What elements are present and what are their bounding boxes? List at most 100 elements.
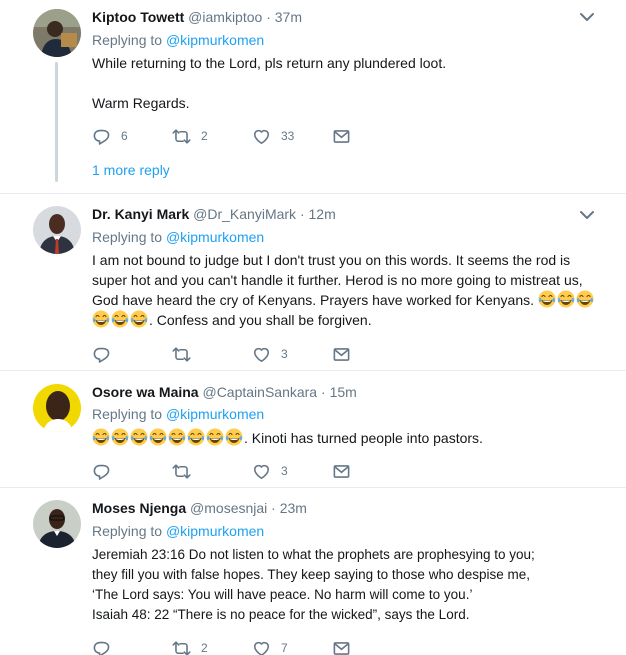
like-button[interactable]: 3 — [252, 344, 288, 364]
retweet-icon — [172, 345, 191, 364]
tweet-text-line: . Confess and you shall be forgiven. — [92, 310, 592, 330]
replying-to-link[interactable]: @kipmurkomen — [166, 32, 264, 48]
replying-to: Replying to @kipmurkomen — [92, 406, 264, 422]
tweet-text: . Kinoti has turned people into pastors. — [92, 428, 592, 448]
like-count: 33 — [281, 129, 295, 143]
user-handle[interactable]: @Dr_KanyiMark — [193, 206, 296, 222]
retweet-icon — [172, 462, 191, 481]
reply-button[interactable]: 6 — [92, 126, 128, 146]
retweet-count: 2 — [201, 641, 208, 655]
retweet-button[interactable]: 2 — [172, 126, 208, 146]
retweet-count: 2 — [201, 129, 208, 143]
tweet-actions: 6 2 33 — [92, 126, 392, 146]
user-handle[interactable]: @mosesnjai — [190, 500, 267, 516]
tweet-text-segment: . Confess and you shall be forgiven. — [149, 312, 372, 328]
joy-emoji-icon — [130, 428, 148, 446]
replying-to-label: Replying to — [92, 32, 163, 48]
display-name[interactable]: Kiptoo Towett — [92, 9, 184, 25]
like-count: 3 — [281, 347, 288, 361]
tweet-text: I am not bound to judge but I don't trus… — [92, 250, 592, 330]
reply-icon — [92, 127, 111, 146]
tweet-text-line: ‘The Lord says: You will have peace. No … — [92, 587, 473, 602]
direct-message-button[interactable] — [332, 344, 351, 364]
tweet-moses-njenga[interactable]: Moses Njenga @mosesnjai · 23m Replying t… — [0, 488, 626, 655]
chevron-down-icon[interactable] — [580, 210, 594, 220]
avatar[interactable] — [33, 500, 81, 548]
replying-to-label: Replying to — [92, 229, 163, 245]
reply-button[interactable] — [92, 638, 121, 655]
envelope-icon — [332, 345, 351, 364]
replying-to-link[interactable]: @kipmurkomen — [166, 406, 264, 422]
reply-button[interactable] — [92, 344, 121, 364]
timestamp[interactable]: 37m — [275, 9, 302, 25]
direct-message-button[interactable] — [332, 461, 351, 481]
replying-to: Replying to @kipmurkomen — [92, 523, 264, 539]
avatar[interactable] — [33, 206, 81, 254]
separator-dot: · — [321, 384, 326, 400]
joy-emoji-icon — [557, 290, 575, 308]
joy-emoji-icon — [111, 428, 129, 446]
replying-to-link[interactable]: @kipmurkomen — [166, 523, 264, 539]
joy-emoji-icon — [130, 310, 148, 328]
like-button[interactable]: 33 — [252, 126, 294, 146]
tweet-text-line: . Kinoti has turned people into pastors. — [92, 428, 592, 448]
tweet-osore-wa-maina[interactable]: Osore wa Maina @CaptainSankara · 15m Rep… — [0, 371, 626, 488]
user-handle[interactable]: @CaptainSankara — [202, 384, 317, 400]
direct-message-button[interactable] — [332, 126, 351, 146]
envelope-icon — [332, 127, 351, 146]
tweet-text-line: God have heard the cry of Kenyans. Praye… — [92, 290, 592, 310]
replying-to: Replying to @kipmurkomen — [92, 229, 264, 245]
display-name[interactable]: Moses Njenga — [92, 500, 186, 516]
tweet-actions: 3 — [92, 461, 392, 481]
direct-message-button[interactable] — [332, 638, 351, 655]
tweet-text-line: Isaiah 48: 22 “There is no peace for the… — [92, 607, 470, 622]
more-replies-link[interactable]: 1 more reply — [92, 162, 170, 178]
user-handle[interactable]: @iamkiptoo — [188, 9, 262, 25]
tweet-dr-kanyi-mark[interactable]: Dr. Kanyi Mark @Dr_KanyiMark · 12m Reply… — [0, 194, 626, 371]
joy-emoji-icon — [111, 310, 129, 328]
tweet-text-line: While returning to the Lord, pls return … — [92, 55, 447, 71]
replying-to-link[interactable]: @kipmurkomen — [166, 229, 264, 245]
joy-emoji-icon — [149, 428, 167, 446]
envelope-icon — [332, 639, 351, 655]
chevron-down-icon[interactable] — [580, 12, 594, 22]
separator-dot: · — [299, 206, 305, 222]
tweet-text-line: super hot and you can't handle it furthe… — [92, 272, 583, 288]
retweet-button[interactable]: 2 — [172, 638, 208, 655]
retweet-icon — [172, 639, 191, 655]
separator-dot: · — [271, 500, 276, 516]
heart-icon — [252, 639, 271, 655]
joy-emoji-icon — [92, 310, 110, 328]
heart-icon — [252, 127, 271, 146]
tweet-text-segment: . Kinoti has turned people into pastors. — [244, 430, 483, 446]
thread-line — [55, 62, 58, 182]
joy-emoji-icon — [92, 428, 110, 446]
reply-icon — [92, 462, 111, 481]
joy-emoji-icon — [225, 428, 243, 446]
tweet-header: Moses Njenga @mosesnjai · 23m — [92, 500, 307, 516]
display-name[interactable]: Osore wa Maina — [92, 384, 199, 400]
retweet-button[interactable] — [172, 461, 201, 481]
retweet-button[interactable] — [172, 344, 201, 364]
separator-dot: · — [266, 9, 271, 25]
joy-emoji-icon — [206, 428, 224, 446]
tweet-text-line: they fill you with false hopes. They kee… — [92, 567, 530, 582]
avatar[interactable] — [33, 9, 81, 57]
reply-button[interactable] — [92, 461, 121, 481]
timestamp[interactable]: 12m — [309, 206, 336, 222]
timestamp[interactable]: 23m — [280, 500, 307, 516]
tweet-text-line: Jeremiah 23:16 Do not listen to what the… — [92, 547, 535, 562]
like-button[interactable]: 3 — [252, 461, 288, 481]
avatar[interactable] — [33, 384, 81, 432]
like-button[interactable]: 7 — [252, 638, 288, 655]
tweet-header: Dr. Kanyi Mark @Dr_KanyiMark · 12m — [92, 206, 336, 222]
display-name[interactable]: Dr. Kanyi Mark — [92, 206, 189, 222]
tweet-actions: 3 — [92, 344, 392, 364]
joy-emoji-icon — [576, 290, 594, 308]
timestamp[interactable]: 15m — [330, 384, 357, 400]
tweet-text: While returning to the Lord, pls return … — [92, 53, 592, 113]
joy-emoji-icon — [187, 428, 205, 446]
tweet-text: Jeremiah 23:16 Do not listen to what the… — [92, 545, 592, 625]
tweet-kiptoo-towett[interactable]: Kiptoo Towett @iamkiptoo · 37m Replying … — [0, 0, 626, 194]
tweet-text-line: Warm Regards. — [92, 95, 190, 111]
